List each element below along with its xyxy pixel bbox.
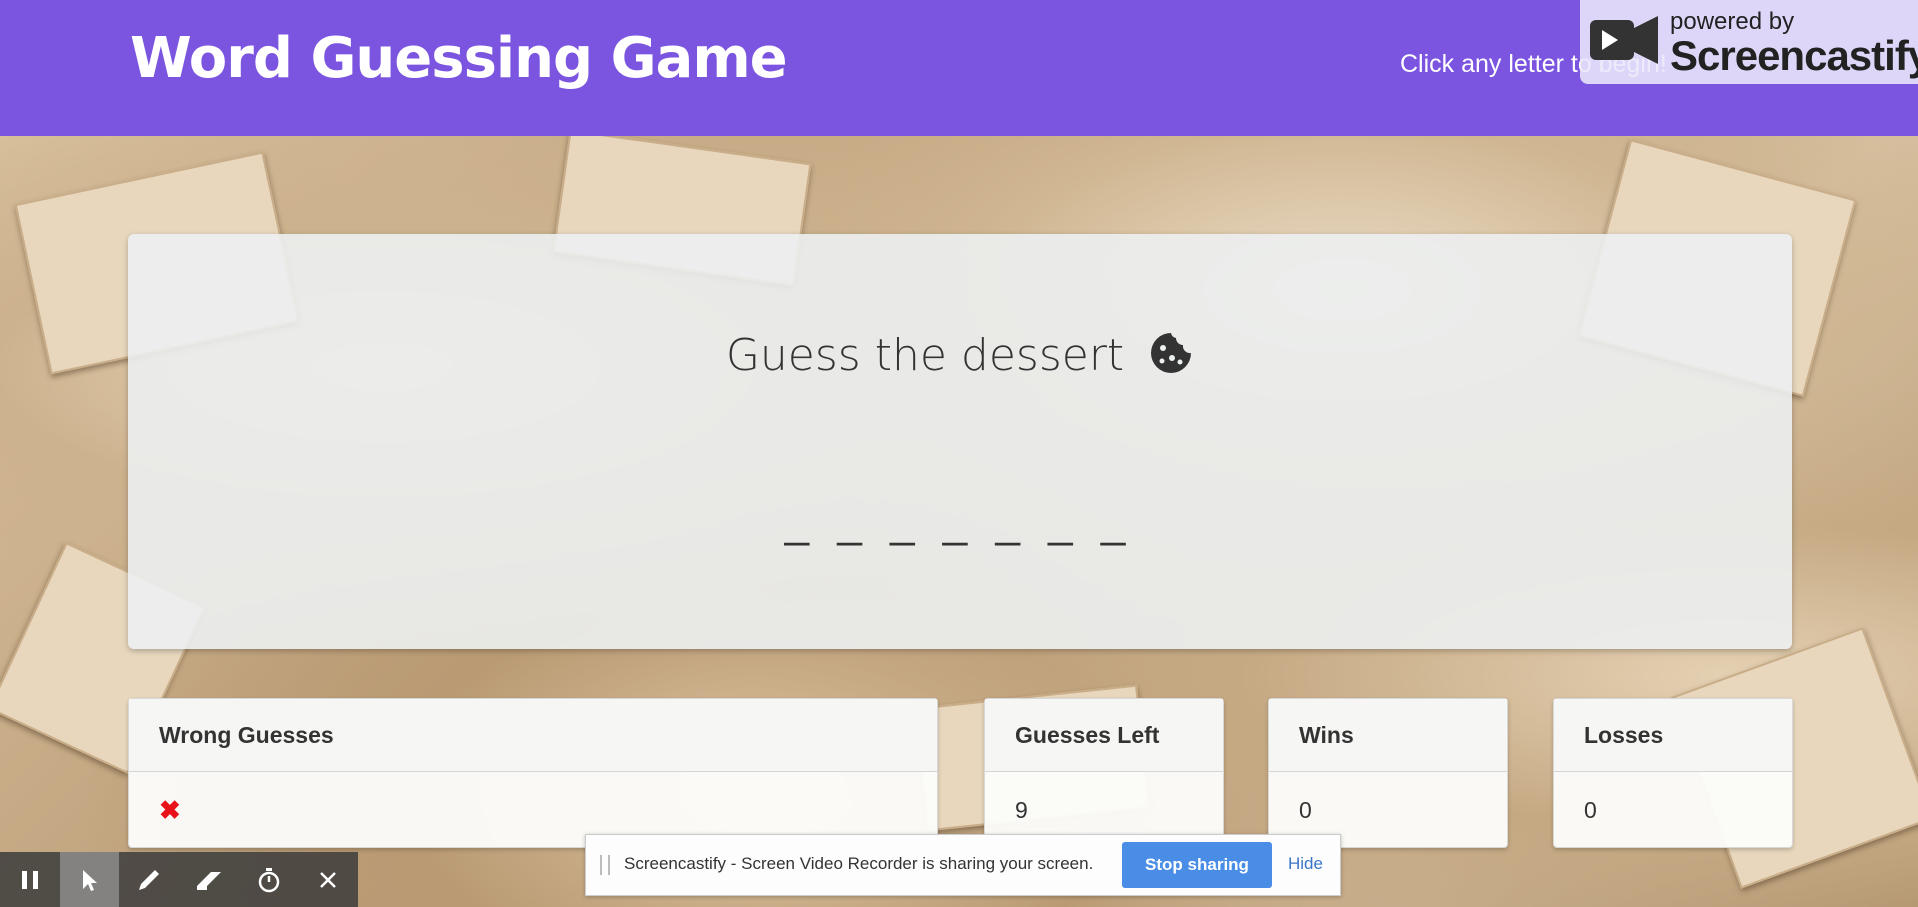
- word-blanks: _ _ _ _ _ _ _: [784, 498, 1134, 547]
- game-panel: Guess the dessert: [128, 234, 1792, 649]
- timer-button[interactable]: [239, 852, 299, 907]
- guesses-left-label: Guesses Left: [985, 699, 1223, 772]
- pen-icon: [139, 869, 160, 890]
- eraser-icon: [196, 871, 221, 890]
- page-title: Word Guessing Game: [130, 26, 788, 91]
- screencastify-watermark: powered by Screencastify: [1580, 0, 1918, 84]
- wrong-guesses-label: Wrong Guesses: [129, 699, 937, 772]
- screen-sharing-bar: Screencastify - Screen Video Recorder is…: [585, 834, 1341, 896]
- losses-label: Losses: [1554, 699, 1792, 772]
- close-icon: [320, 871, 337, 888]
- recording-toolbar: [0, 852, 358, 907]
- prompt-line: Guess the dessert: [128, 330, 1792, 387]
- cookie-icon: [1148, 330, 1194, 387]
- stop-sharing-button[interactable]: Stop sharing: [1122, 842, 1272, 888]
- wrong-guesses-card: Wrong Guesses ✖: [128, 698, 938, 848]
- sharing-message: Screencastify - Screen Video Recorder is…: [624, 854, 1094, 873]
- hide-link[interactable]: Hide: [1288, 854, 1323, 874]
- cursor-tool-button[interactable]: [59, 852, 120, 907]
- screencastify-logo-icon: [1590, 16, 1658, 64]
- pen-tool-button[interactable]: [119, 852, 179, 907]
- eraser-tool-button[interactable]: [179, 852, 239, 907]
- wrong-guess-mark-icon: ✖: [159, 795, 181, 825]
- pause-button[interactable]: [0, 852, 60, 907]
- losses-card: Losses 0: [1553, 698, 1793, 848]
- losses-value: 0: [1584, 797, 1597, 823]
- prompt-text: Guess the dessert: [725, 330, 1125, 381]
- drag-handle[interactable]: [600, 855, 610, 875]
- timer-icon: [258, 867, 279, 892]
- brand-name: Screencastify: [1670, 32, 1918, 79]
- wins-card: Wins 0: [1268, 698, 1508, 848]
- cursor-icon: [82, 869, 97, 891]
- close-toolbar-button[interactable]: [298, 852, 358, 907]
- pause-icon: [21, 870, 38, 889]
- guesses-left-card: Guesses Left 9: [984, 698, 1224, 848]
- wins-label: Wins: [1269, 699, 1507, 772]
